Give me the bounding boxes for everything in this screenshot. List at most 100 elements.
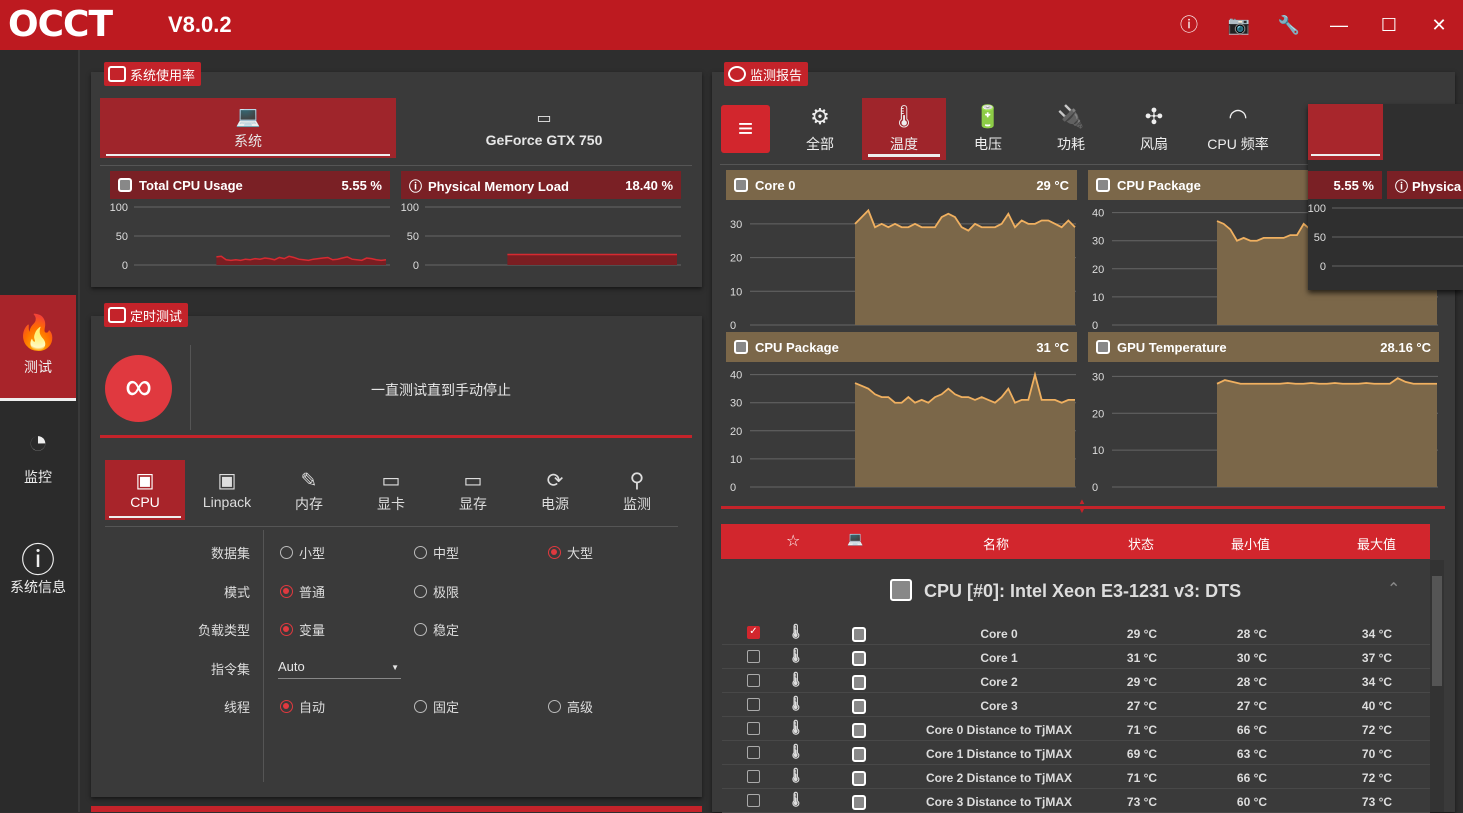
monitor-tab-4[interactable]: ✣ 风扇	[1112, 98, 1196, 160]
test-tab-icon: ✎	[300, 470, 318, 492]
tick-label: 0	[730, 482, 736, 494]
info-icon[interactable]: ⓘ	[1176, 12, 1202, 38]
sensor-current: 73 °C	[1126, 795, 1158, 809]
radio-option[interactable]: 稳定	[414, 620, 459, 639]
tick-label: 50	[116, 231, 128, 243]
sensor-min: 66 °C	[1236, 771, 1268, 785]
maximize-icon[interactable]: ☐	[1376, 12, 1402, 38]
radio-option[interactable]: 自动	[280, 697, 325, 716]
radio-option[interactable]: 变量	[280, 620, 325, 639]
tick-label: 20	[730, 426, 742, 438]
table-row[interactable]: ✓ 🌡 Core 0 29 °C 28 °C 34 °C	[722, 621, 1430, 645]
col-min[interactable]: 最小值	[1231, 534, 1270, 553]
sensor-current: 29 °C	[1126, 627, 1158, 641]
sensor-min: 66 °C	[1236, 723, 1268, 737]
table-row[interactable]: 🌡 Core 3 27 °C 27 °C 40 °C	[722, 693, 1430, 717]
laptop-icon[interactable]: 💻	[847, 531, 863, 547]
overlay-popup: 5.55 % ⓘ Physica 100 50 0	[1308, 104, 1463, 290]
col-name[interactable]: 名称	[983, 534, 1009, 553]
table-row[interactable]: 🌡 Core 1 Distance to TjMAX 69 °C 63 °C 70 °C	[722, 741, 1430, 765]
tab-label: CPU	[130, 494, 160, 510]
info-icon: ⓘ	[21, 542, 55, 580]
sensor-max: 34 °C	[1361, 675, 1393, 689]
chip-icon	[852, 627, 873, 643]
col-max[interactable]: 最大值	[1357, 534, 1396, 553]
collapse-chevron-icon[interactable]: ⌃	[1387, 579, 1400, 599]
option-label: 模式	[223, 584, 250, 600]
star-icon[interactable]: ☆	[786, 531, 800, 551]
title-bar: OCCT V8.0.2 ⓘ 📷 🔧 — ☐ ✕	[0, 0, 1463, 50]
tick-label: 30	[730, 398, 742, 410]
test-tab-4[interactable]: ▭ 显存	[433, 460, 513, 520]
test-tab-icon: ⚲	[629, 470, 645, 492]
test-tab-3[interactable]: ▭ 显卡	[351, 460, 431, 520]
overlay-tab[interactable]	[1308, 104, 1383, 160]
test-tab-1[interactable]: ▣ Linpack	[187, 460, 267, 520]
radio-option[interactable]: 固定	[414, 697, 459, 716]
camera-icon[interactable]: 📷	[1226, 12, 1252, 38]
temperature-area	[1217, 378, 1437, 487]
row-checkbox[interactable]	[747, 794, 760, 807]
row-checkbox[interactable]	[747, 746, 760, 759]
monitor-tab-0[interactable]: ⚙ 全部	[778, 98, 862, 160]
tab-gpu[interactable]: ▭ GeForce GTX 750	[396, 98, 692, 158]
row-checkbox[interactable]	[747, 650, 760, 663]
option-label: 负载类型	[197, 623, 250, 638]
radio-option[interactable]: 大型	[548, 543, 593, 562]
tick-label: 30	[1092, 371, 1104, 383]
minimize-icon[interactable]: —	[1326, 12, 1352, 38]
row-checkbox[interactable]: ✓	[747, 626, 760, 639]
sidebar-item-sysinfo[interactable]: ⓘ 系统信息	[0, 515, 76, 621]
test-tab-5[interactable]: ⟳ 电源	[515, 460, 595, 520]
row-checkbox[interactable]	[747, 674, 760, 687]
radio-option[interactable]: 中型	[414, 543, 459, 562]
timed-test-tag: 定时测试	[104, 303, 189, 327]
row-checkbox[interactable]	[747, 698, 760, 711]
tick-label: 20	[1092, 264, 1104, 276]
table-row[interactable]: 🌡 Core 2 29 °C 28 °C 34 °C	[722, 669, 1430, 693]
table-row[interactable]: 🌡 Core 0 Distance to TjMAX 71 °C 66 °C 72 °C	[722, 717, 1430, 741]
sensor-chart-header: CPU Package 31 °C	[726, 332, 1077, 362]
table-row[interactable]: 🌡 Core 1 31 °C 30 °C 37 °C	[722, 645, 1430, 669]
test-tab-2[interactable]: ✎ 内存	[269, 460, 349, 520]
sidebar-item-test[interactable]: 🔥 测试	[0, 295, 76, 401]
monitor-tab-5[interactable]: ◠ CPU 频率	[1196, 98, 1280, 160]
temperature-area	[855, 374, 1075, 487]
help-icon: ⓘ	[1395, 178, 1409, 194]
radio-option[interactable]: 小型	[280, 543, 325, 562]
monitor-tab-1[interactable]: 🌡 温度	[862, 98, 946, 160]
menu-button[interactable]: ≡	[721, 105, 770, 153]
row-checkbox[interactable]	[747, 722, 760, 735]
radio-option[interactable]: 普通	[280, 582, 325, 601]
monitor-tab-icon: 🔌	[1057, 104, 1085, 129]
sensor-current: 71 °C	[1126, 723, 1158, 737]
flame-icon: 🔥	[16, 314, 60, 352]
test-tab-0[interactable]: ▣ CPU	[105, 460, 185, 520]
monitor-tab-3[interactable]: 🔌 功耗	[1029, 98, 1113, 160]
radio-option[interactable]: 极限	[414, 582, 459, 601]
table-row[interactable]: 🌡 Core 2 Distance to TjMAX 71 °C 66 °C 72 °C	[722, 765, 1430, 789]
sensor-current: 31 °C	[1126, 651, 1158, 665]
wrench-icon[interactable]: 🔧	[1276, 12, 1302, 38]
gauge-icon: ◔	[27, 423, 49, 461]
col-status[interactable]: 状态	[1128, 534, 1154, 553]
close-icon[interactable]: ✕	[1426, 12, 1452, 38]
row-checkbox[interactable]	[747, 770, 760, 783]
test-tab-6[interactable]: ⚲ 监测	[597, 460, 677, 520]
tab-label: 电压	[974, 136, 1002, 152]
splitter-arrows-icon: ▲ ▼	[1078, 497, 1086, 515]
sensor-max: 73 °C	[1361, 795, 1393, 809]
calendar-icon	[108, 307, 126, 323]
sidebar-item-label: 监控	[24, 469, 52, 485]
table-row[interactable]: 🌡 Core 3 Distance to TjMAX 73 °C 60 °C 73 °C	[722, 789, 1430, 813]
tab-system[interactable]: 💻 系统	[100, 98, 396, 158]
monitor-tab-2[interactable]: 🔋 电压	[946, 98, 1030, 160]
instruction-set-select[interactable]: Auto ▼	[278, 655, 401, 679]
gpu-icon: ▭	[536, 110, 552, 127]
infinity-mode-button[interactable]: ∞	[105, 355, 172, 422]
scrollbar[interactable]	[1430, 560, 1444, 812]
sidebar-item-monitor[interactable]: ◔ 监控	[0, 405, 76, 511]
sensor-name: Core 1 Distance to TjMAX	[925, 747, 1073, 761]
sensor-group-title[interactable]: CPU [#0]: Intel Xeon E3-1231 v3: DTS	[890, 579, 1241, 602]
radio-option[interactable]: 高级	[548, 697, 593, 716]
